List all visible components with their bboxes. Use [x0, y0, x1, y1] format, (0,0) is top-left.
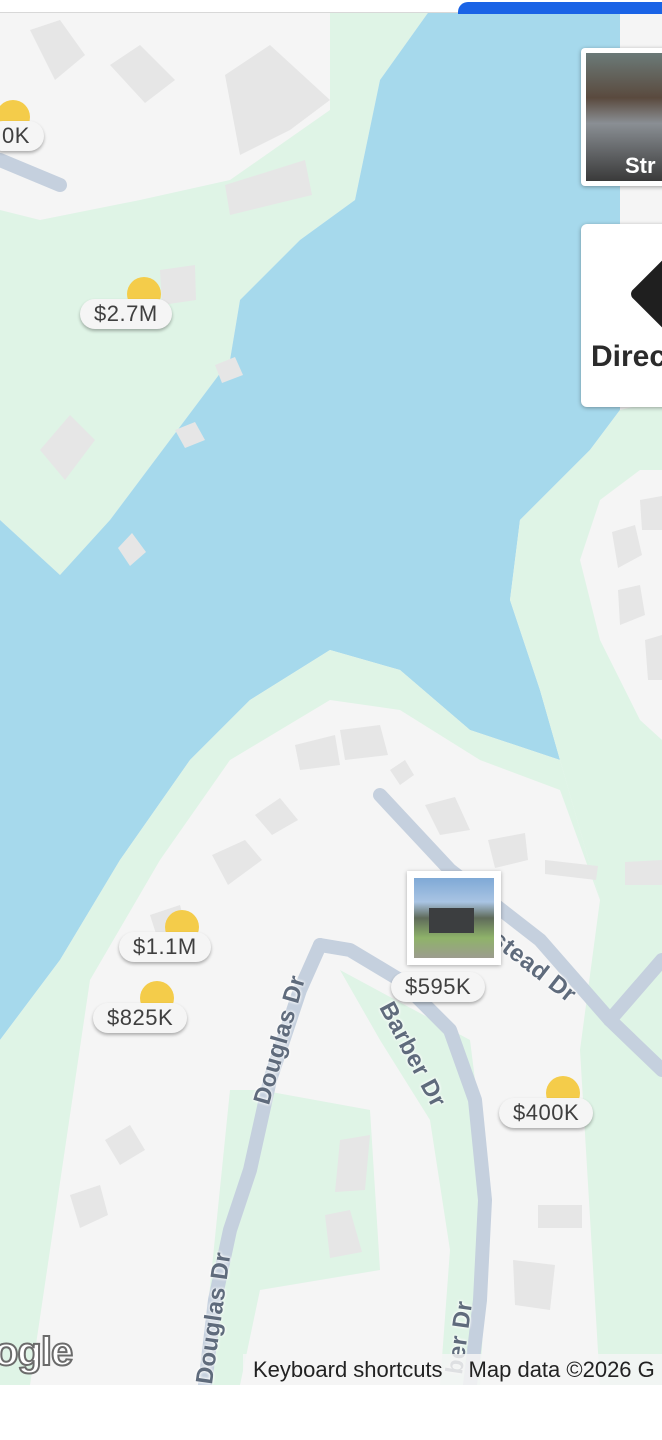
directions-label: Direc [591, 340, 662, 373]
price-pin[interactable]: 0K [0, 121, 44, 151]
directions-button[interactable]: Direc [581, 224, 662, 407]
keyboard-shortcuts-link[interactable]: Keyboard shortcuts [253, 1357, 443, 1382]
map-data-text: Map data ©2026 G [468, 1357, 655, 1382]
map-canvas[interactable]: 0K $2.7M $1.1M $825K $595K $400K Douglas… [0, 0, 662, 1385]
map-attribution: Keyboard shortcuts Map data ©2026 G [243, 1354, 662, 1385]
google-logo: ogle [0, 1329, 74, 1375]
listing-photo [414, 878, 494, 958]
price-pin[interactable]: $400K [499, 1098, 594, 1128]
listing-thumbnail[interactable] [407, 871, 501, 965]
price-pin[interactable]: $2.7M [80, 299, 172, 329]
price-pin-selected[interactable]: $595K [391, 972, 486, 1002]
map-base [0, 0, 662, 1385]
directions-icon [628, 251, 662, 337]
price-pin[interactable]: $825K [93, 1003, 188, 1033]
street-view-label: Str [625, 153, 656, 178]
top-accent-bar [458, 2, 662, 14]
street-view-button[interactable]: Str [581, 48, 662, 186]
price-pin[interactable]: $1.1M [119, 932, 211, 962]
